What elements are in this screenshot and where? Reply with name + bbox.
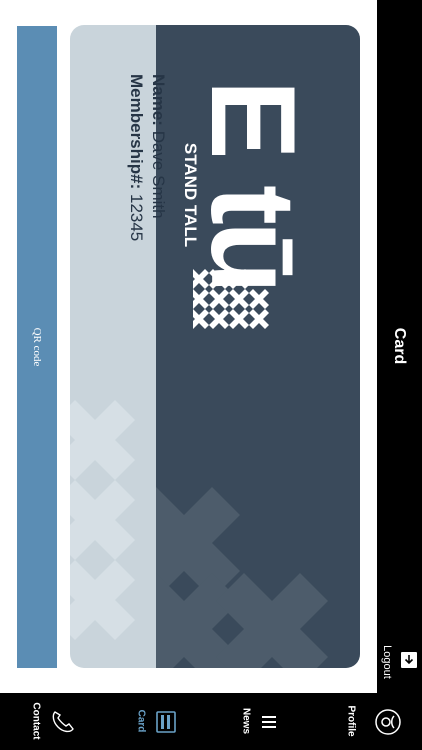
logo-text: E tū xyxy=(186,79,320,291)
tab-news[interactable]: News xyxy=(230,693,320,750)
membership-value: 12345 xyxy=(127,193,146,242)
tab-bar: Profile News Card Contact xyxy=(0,693,422,750)
card-icon xyxy=(156,711,176,733)
tab-card[interactable]: Card xyxy=(125,693,215,750)
tab-profile[interactable]: Profile xyxy=(335,693,422,750)
tab-profile-label: Profile xyxy=(345,705,357,737)
navigation-bar: Card Logout xyxy=(377,0,422,693)
logout-label: Logout xyxy=(381,645,393,679)
name-value: Dave Smith xyxy=(149,130,168,219)
name-label: Name: xyxy=(149,74,168,126)
phone-icon xyxy=(52,711,74,733)
etu-logo: E tū STAND TALL xyxy=(173,50,343,350)
qr-code-label: QR code xyxy=(31,327,43,367)
tab-contact[interactable]: Contact xyxy=(0,693,105,750)
qr-code-button[interactable]: QR code xyxy=(17,26,57,668)
membership-label: Membership#: xyxy=(127,74,146,190)
tab-card-label: Card xyxy=(135,709,147,733)
logout-button[interactable]: Logout xyxy=(377,638,422,693)
tab-contact-label: Contact xyxy=(30,702,42,740)
tab-news-label: News xyxy=(240,707,252,735)
news-icon xyxy=(262,716,276,728)
logo-tagline: STAND TALL xyxy=(181,142,200,248)
logo-cross-marks-icon xyxy=(193,269,269,329)
membership-card: E tū STAND TALL Name: Dave Smith Members… xyxy=(70,25,360,668)
logout-icon xyxy=(401,652,417,668)
member-name-line: Name: Dave Smith xyxy=(148,74,168,219)
membership-line: Membership#: 12345 xyxy=(126,74,146,241)
page-title: Card xyxy=(391,327,408,365)
profile-icon xyxy=(375,709,401,735)
